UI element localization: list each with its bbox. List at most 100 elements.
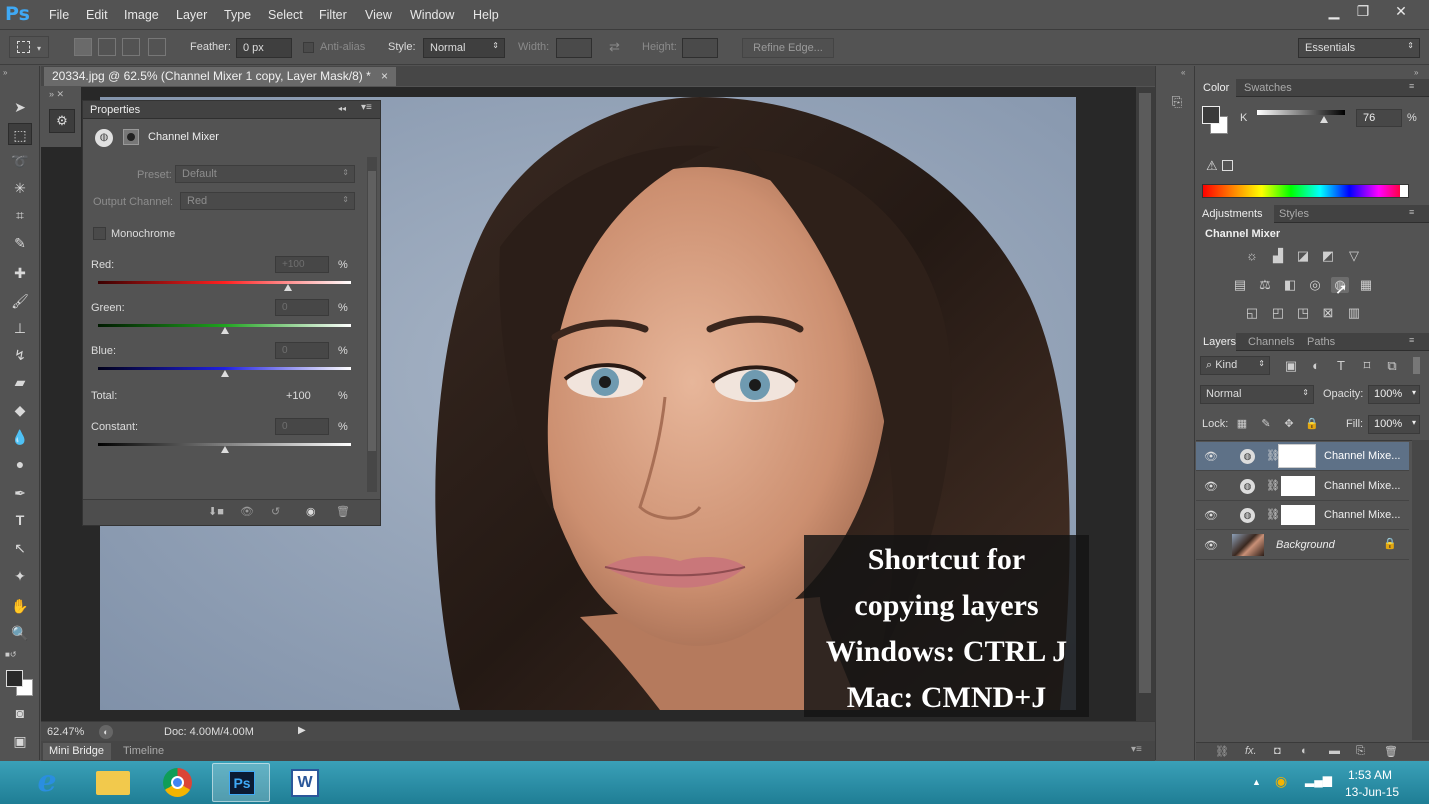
dodge-tool-icon[interactable]: ● <box>8 453 32 475</box>
crop-tool-icon[interactable]: ⌗ <box>8 204 32 226</box>
selective-color-icon[interactable]: ⊠ <box>1319 305 1337 321</box>
k-value-input[interactable]: 76 <box>1356 109 1402 127</box>
reset-icon[interactable]: ↺ <box>271 505 280 518</box>
k-slider-track[interactable] <box>1257 110 1345 115</box>
scroll-thumb[interactable] <box>1139 93 1151 693</box>
menu-layer[interactable]: Layer <box>176 8 207 22</box>
tab-channels[interactable]: Channels <box>1248 336 1294 348</box>
delete-icon[interactable]: 🗑 <box>336 505 350 518</box>
layer-mask-thumbnail[interactable] <box>1281 476 1315 496</box>
layer-row[interactable]: 👁 ◍ ⛓ Channel Mixe... <box>1196 472 1409 501</box>
marquee-tool-icon[interactable]: ⬚ <box>8 123 32 145</box>
visibility-icon[interactable]: ◉ <box>306 505 316 518</box>
subtract-selection-icon[interactable] <box>122 38 140 56</box>
word-icon[interactable]: W <box>277 763 335 802</box>
threshold-icon[interactable]: ◳ <box>1294 305 1312 321</box>
antialias-checkbox[interactable] <box>303 42 314 53</box>
tab-timeline[interactable]: Timeline <box>123 745 164 757</box>
menu-view[interactable]: View <box>365 8 392 22</box>
eye-icon[interactable]: 👁 <box>1204 480 1218 493</box>
tab-mini-bridge[interactable]: Mini Bridge <box>43 743 111 760</box>
background-thumbnail[interactable] <box>1232 534 1264 556</box>
height-input[interactable] <box>682 38 718 58</box>
collapse-icon[interactable]: » <box>3 68 7 77</box>
width-input[interactable] <box>556 38 592 58</box>
panel-menu-icon[interactable]: ≡ <box>1409 207 1414 217</box>
hue-saturation-icon[interactable]: ▤ <box>1231 277 1249 293</box>
exposure-icon[interactable]: ◩ <box>1319 248 1337 264</box>
monochrome-checkbox[interactable] <box>93 227 106 240</box>
type-tool-icon[interactable]: T <box>8 509 32 531</box>
delete-layer-icon[interactable]: 🗑 <box>1384 745 1398 758</box>
layer-mask-thumbnail[interactable] <box>1281 505 1315 525</box>
lock-image-icon[interactable]: ✎ <box>1257 416 1275 432</box>
healing-brush-tool-icon[interactable]: ✚ <box>8 262 32 284</box>
path-selection-tool-icon[interactable]: ↖ <box>8 537 32 559</box>
blur-tool-icon[interactable]: 💧 <box>8 426 32 448</box>
filter-toggle[interactable] <box>1413 357 1420 374</box>
layer-name[interactable]: Channel Mixe... <box>1324 509 1400 521</box>
constant-input[interactable]: 0 <box>275 418 329 435</box>
opacity-input[interactable]: 100% ▾ <box>1368 385 1420 404</box>
clip-to-layer-icon[interactable]: ⬇■ <box>208 505 224 518</box>
link-icon[interactable]: ⛓ <box>1266 508 1280 521</box>
workspace-select[interactable]: Essentials ⇕ <box>1298 38 1420 58</box>
tool-preset-picker[interactable]: ▾ <box>9 36 49 58</box>
filter-adjustment-icon[interactable]: ◐ <box>1307 358 1325 374</box>
red-slider-track[interactable] <box>98 281 351 284</box>
network-icon[interactable]: ▂▄▆ <box>1305 773 1332 787</box>
photo-filter-icon[interactable]: ◎ <box>1306 277 1324 293</box>
blue-input[interactable]: 0 <box>275 342 329 359</box>
tab-adjustments[interactable]: Adjustments <box>1196 205 1274 223</box>
eye-icon[interactable]: 👁 <box>1204 450 1218 463</box>
zoom-level[interactable]: 62.47% <box>47 726 84 738</box>
layer-row[interactable]: 👁 Background 🔒 <box>1196 531 1409 560</box>
brightness-icon[interactable]: ☼ <box>1243 248 1261 264</box>
layer-mask-thumbnail[interactable] <box>1278 444 1316 468</box>
collapse-icon[interactable]: « <box>1181 68 1185 77</box>
clock-time[interactable]: 1:53 AM <box>1348 768 1392 782</box>
tray-expand-icon[interactable]: ▲ <box>1252 777 1261 787</box>
new-adjustment-icon[interactable]: ◐ <box>1301 745 1308 757</box>
fill-input[interactable]: 100% ▾ <box>1368 415 1420 434</box>
posterize-icon[interactable]: ◰ <box>1269 305 1287 321</box>
photoshop-taskbar-icon[interactable]: Ps <box>212 763 270 802</box>
document-tab[interactable]: 20334.jpg @ 62.5% (Channel Mixer 1 copy,… <box>44 67 396 86</box>
chevron-down-icon[interactable]: ▾ <box>1412 418 1416 427</box>
history-panel-icon[interactable]: ⎘ <box>1166 94 1188 116</box>
fg-color-swatch[interactable] <box>1202 106 1220 124</box>
fx-icon[interactable]: fx. <box>1245 745 1257 757</box>
foreground-color-swatch[interactable] <box>6 670 23 687</box>
new-group-icon[interactable]: ▬ <box>1329 745 1340 757</box>
green-slider-thumb[interactable] <box>220 327 229 334</box>
properties-scrollbar[interactable] <box>367 157 377 492</box>
style-select[interactable]: Normal ⇕ <box>423 38 505 58</box>
screen-mode-icon[interactable]: ▣ <box>8 730 32 752</box>
layer-name[interactable]: Channel Mixe... <box>1324 450 1400 462</box>
paint-bucket-tool-icon[interactable]: ◆ <box>8 399 32 421</box>
internet-explorer-icon[interactable]: e <box>18 763 76 802</box>
panel-menu-icon[interactable]: ▾≡ <box>361 102 372 113</box>
invert-icon[interactable]: ◱ <box>1243 305 1261 321</box>
brush-tool-icon[interactable]: 🖌 <box>8 290 32 312</box>
move-tool-icon[interactable]: ➤ <box>8 96 32 118</box>
layer-row[interactable]: 👁 ◍ ⛓ Channel Mixe... <box>1196 501 1409 530</box>
close-tab-icon[interactable]: × <box>381 69 388 83</box>
refine-edge-button[interactable]: Refine Edge... <box>742 38 834 58</box>
red-input[interactable]: +100 <box>275 256 329 273</box>
blue-slider-thumb[interactable] <box>220 370 229 377</box>
clone-stamp-tool-icon[interactable]: ⊥ <box>8 317 32 339</box>
chrome-icon[interactable] <box>149 763 207 802</box>
panel-menu-icon[interactable]: ▾≡ <box>1131 744 1142 755</box>
filter-type-icon[interactable]: T <box>1332 358 1350 374</box>
output-channel-select[interactable]: Red ⇕ <box>180 192 355 210</box>
hand-tool-icon[interactable]: ✋ <box>8 595 32 617</box>
eyedropper-tool-icon[interactable]: ✎ <box>8 232 32 254</box>
vibrance-icon[interactable]: ▽ <box>1345 248 1363 264</box>
filter-smart-object-icon[interactable]: ⧉ <box>1383 358 1401 374</box>
clock-date[interactable]: 13-Jun-15 <box>1345 785 1399 799</box>
status-info-icon[interactable]: ◐ <box>99 725 113 739</box>
k-slider-thumb[interactable] <box>1319 116 1328 123</box>
lock-position-icon[interactable]: ✥ <box>1280 416 1298 432</box>
link-icon[interactable]: ⛓ <box>1266 479 1280 492</box>
